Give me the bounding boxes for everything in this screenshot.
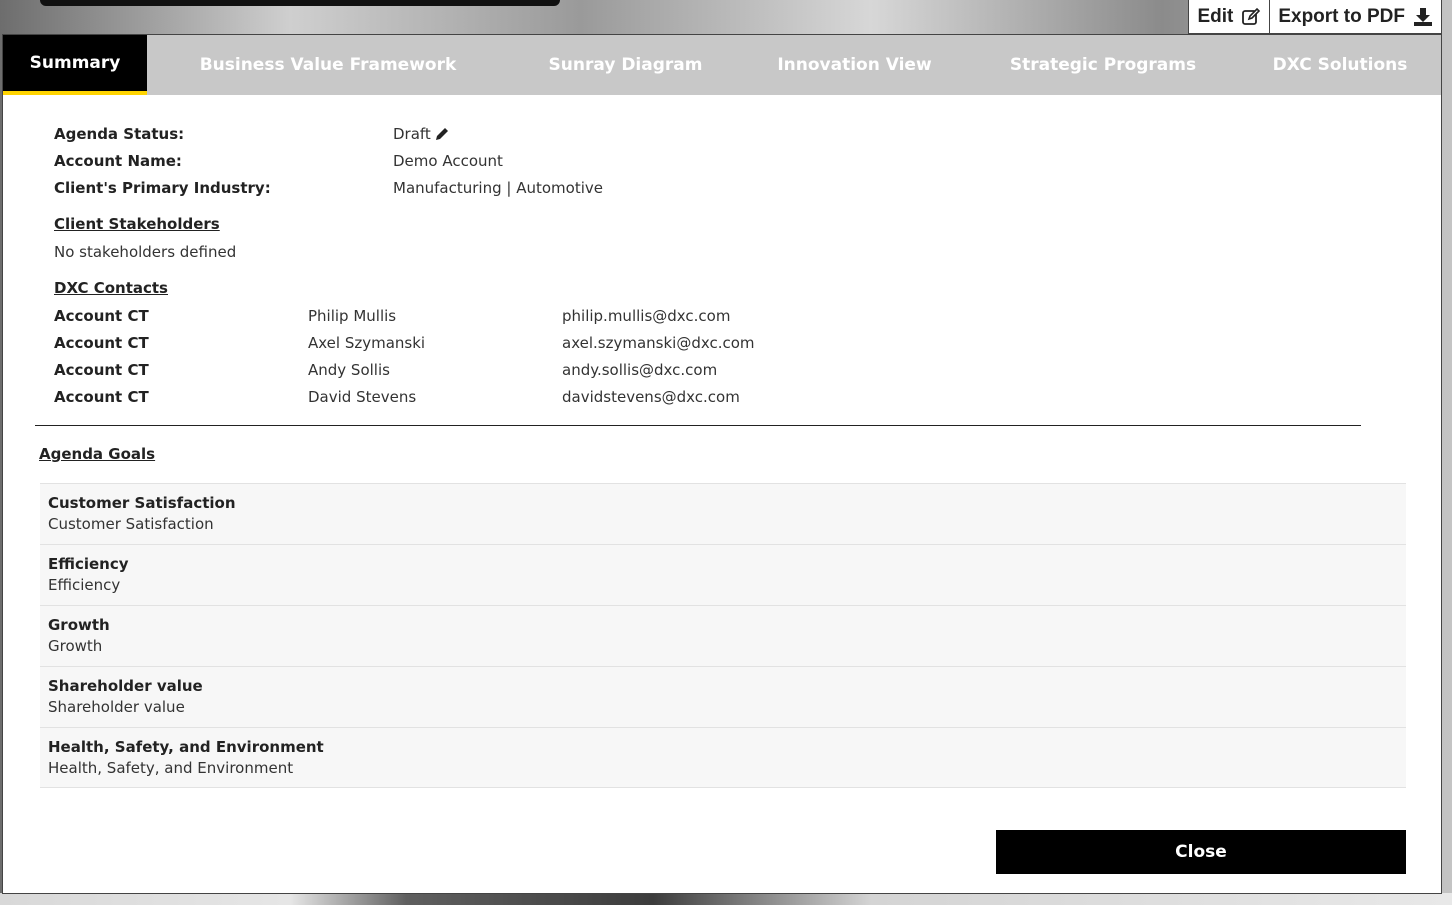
account-name-value: Demo Account [393, 152, 503, 170]
tab-business-value-framework[interactable]: Business Value Framework [147, 35, 509, 95]
contact-role: Account CT [54, 307, 149, 325]
pencil-icon[interactable] [435, 127, 449, 141]
export-pdf-button[interactable]: Export to PDF [1269, 0, 1441, 33]
goal-item: Shareholder value Shareholder value [40, 666, 1406, 727]
section-divider [35, 425, 1361, 426]
client-stakeholders-heading[interactable]: Client Stakeholders [54, 215, 220, 233]
tab-sunray-diagram[interactable]: Sunray Diagram [509, 35, 742, 95]
goal-description: Customer Satisfaction [48, 515, 214, 533]
contact-role: Account CT [54, 388, 149, 406]
contact-row: Account CT David Stevens davidstevens@dx… [54, 386, 740, 408]
download-icon [1414, 7, 1432, 26]
goal-title: Efficiency [48, 555, 129, 573]
close-button[interactable]: Close [996, 830, 1406, 874]
goal-title: Shareholder value [48, 677, 203, 695]
goal-description: Shareholder value [48, 698, 185, 716]
contact-role: Account CT [54, 361, 149, 379]
edit-button-label: Edit [1197, 5, 1234, 27]
agenda-goals-list: Customer Satisfaction Customer Satisfact… [40, 483, 1406, 788]
agenda-status-row: Agenda Status: Draft [54, 123, 449, 145]
export-pdf-label: Export to PDF [1278, 5, 1405, 27]
goal-description: Efficiency [48, 576, 121, 594]
tab-bar: Summary Business Value Framework Sunray … [3, 35, 1441, 95]
goal-title: Growth [48, 616, 110, 634]
contact-row: Account CT Andy Sollis andy.sollis@dxc.c… [54, 359, 717, 381]
agenda-status-label: Agenda Status: [54, 125, 185, 143]
agenda-summary-modal: Summary Business Value Framework Sunray … [2, 34, 1442, 894]
agenda-status-value: Draft [393, 125, 431, 143]
contact-name: David Stevens [308, 388, 417, 406]
tab-dxc-solutions[interactable]: DXC Solutions [1239, 35, 1441, 95]
contact-name: Axel Szymanski [308, 334, 426, 352]
contact-email: davidstevens@dxc.com [562, 388, 740, 406]
tab-innovation-view[interactable]: Innovation View [742, 35, 967, 95]
dxc-contacts-heading[interactable]: DXC Contacts [54, 279, 168, 297]
stakeholders-empty-row: No stakeholders defined [54, 241, 236, 263]
goal-title: Customer Satisfaction [48, 494, 236, 512]
contact-email: andy.sollis@dxc.com [562, 361, 718, 379]
stakeholders-empty-text: No stakeholders defined [54, 243, 237, 261]
goal-item: Health, Safety, and Environment Health, … [40, 727, 1406, 788]
industry-label: Client's Primary Industry: [54, 179, 271, 197]
background-image-bottom [0, 893, 1452, 905]
contact-role: Account CT [54, 334, 149, 352]
goal-description: Health, Safety, and Environment [48, 758, 294, 777]
contact-row: Account CT Philip Mullis philip.mullis@d… [54, 305, 730, 327]
agenda-goals-heading[interactable]: Agenda Goals [39, 445, 155, 463]
tab-strategic-programs[interactable]: Strategic Programs [967, 35, 1239, 95]
contact-email: philip.mullis@dxc.com [562, 307, 731, 325]
contact-name: Philip Mullis [308, 307, 397, 325]
goal-item: Growth Growth [40, 605, 1406, 666]
edit-button[interactable]: Edit [1189, 0, 1269, 33]
goal-description: Growth [48, 637, 103, 655]
account-name-row: Account Name: Demo Account [54, 150, 503, 172]
contact-row: Account CT Axel Szymanski axel.szymanski… [54, 332, 755, 354]
tab-summary[interactable]: Summary [3, 35, 147, 95]
goal-item: Customer Satisfaction Customer Satisfact… [40, 483, 1406, 544]
contact-name: Andy Sollis [308, 361, 390, 379]
industry-row: Client's Primary Industry: Manufacturing… [54, 177, 603, 199]
account-name-label: Account Name: [54, 152, 182, 170]
industry-value: Manufacturing | Automotive [393, 179, 603, 197]
top-toolbar: Edit Export to PDF [1188, 0, 1442, 34]
goal-item: Efficiency Efficiency [40, 544, 1406, 605]
goal-title: Health, Safety, and Environment [48, 737, 324, 756]
edit-square-icon [1242, 7, 1261, 25]
background-header-shape [40, 0, 560, 6]
contact-email: axel.szymanski@dxc.com [562, 334, 755, 352]
